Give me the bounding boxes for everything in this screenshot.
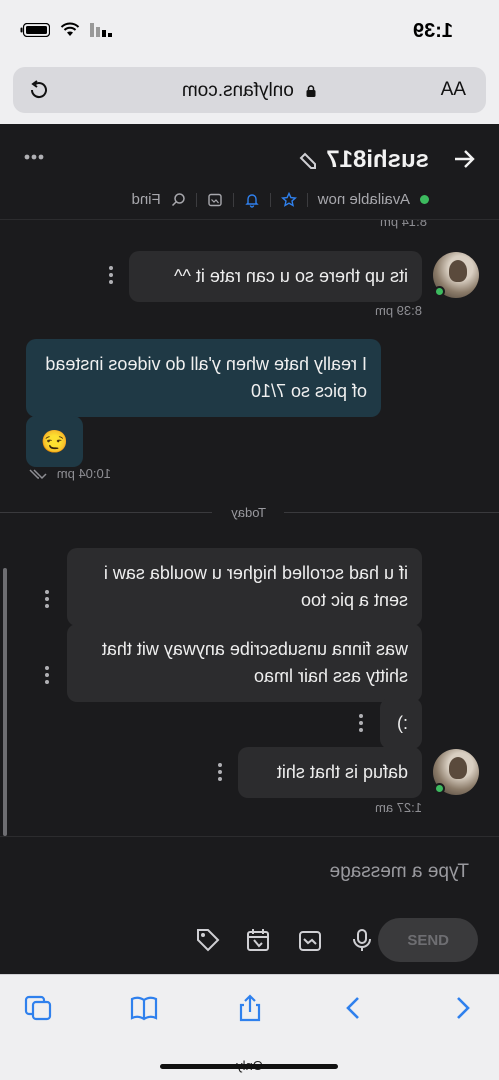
status-icons bbox=[20, 22, 112, 37]
message-time: 1:27 am bbox=[375, 800, 422, 815]
message-input[interactable] bbox=[49, 861, 469, 883]
online-status-dot bbox=[434, 286, 445, 297]
message-time: 8:39 pm bbox=[375, 303, 422, 318]
image-icon[interactable] bbox=[207, 192, 223, 208]
media-vault-icon[interactable] bbox=[297, 927, 323, 953]
lock-icon bbox=[306, 85, 316, 97]
message-bubble-outgoing[interactable]: 😏 bbox=[26, 416, 83, 467]
microphone-icon[interactable] bbox=[349, 927, 375, 953]
message-time: 10:04 pm bbox=[56, 466, 111, 481]
schedule-icon[interactable] bbox=[245, 927, 271, 953]
chat-header: sushi817 Available now Find bbox=[0, 124, 499, 220]
day-divider-label: Today bbox=[231, 505, 266, 520]
find-label[interactable]: Find bbox=[132, 191, 161, 208]
header-meta: Available now Find bbox=[132, 191, 429, 208]
back-arrow-icon[interactable] bbox=[451, 146, 477, 172]
message-options-icon[interactable] bbox=[45, 590, 49, 611]
availability-status: Available now bbox=[317, 191, 410, 208]
share-icon[interactable] bbox=[235, 993, 265, 1023]
message-options-icon[interactable] bbox=[218, 763, 222, 784]
wifi-icon bbox=[60, 22, 80, 36]
tabs-icon[interactable] bbox=[23, 993, 53, 1023]
message-options-icon[interactable] bbox=[359, 714, 363, 735]
scrollbar[interactable] bbox=[3, 568, 7, 836]
message-bubble-incoming[interactable]: dafuq is that shit bbox=[238, 747, 422, 798]
price-tag-icon[interactable] bbox=[195, 927, 221, 953]
message-bubble-incoming[interactable]: was finna unsubscribe anyway wit that sh… bbox=[67, 624, 422, 702]
message-time: 8:14 pm bbox=[380, 220, 427, 229]
bell-icon[interactable] bbox=[244, 192, 260, 208]
browser-toolbar: AA onlyfans.com bbox=[0, 62, 499, 124]
online-status-dot bbox=[420, 195, 429, 204]
online-status-dot bbox=[434, 783, 445, 794]
home-indicator[interactable] bbox=[160, 1064, 338, 1069]
star-icon[interactable] bbox=[280, 191, 297, 208]
edit-pencil-icon[interactable] bbox=[297, 150, 319, 172]
status-time: 1:39 bbox=[412, 20, 453, 42]
url-text: onlyfans.com bbox=[181, 80, 294, 101]
read-checkmark-icon bbox=[29, 469, 47, 480]
status-bar: 1:39 bbox=[0, 0, 499, 62]
message-composer: SEND bbox=[0, 836, 499, 974]
day-divider bbox=[284, 512, 499, 513]
message-bubble-incoming[interactable]: its up there so u can rate it ^^ bbox=[129, 251, 422, 302]
bookmarks-icon[interactable] bbox=[129, 993, 159, 1023]
day-divider bbox=[0, 512, 212, 513]
reload-icon[interactable] bbox=[27, 78, 51, 102]
signal-icon bbox=[90, 22, 112, 37]
message-bubble-incoming[interactable]: if u had scrolled higher u woulda saw i … bbox=[67, 548, 422, 626]
message-list[interactable]: 8:14 pm its up there so u can rate it ^^… bbox=[0, 220, 499, 836]
search-icon[interactable] bbox=[171, 192, 186, 207]
battery-icon bbox=[20, 22, 50, 37]
more-icon[interactable] bbox=[24, 154, 44, 160]
chat-username[interactable]: sushi817 bbox=[326, 146, 429, 174]
send-button[interactable]: SEND bbox=[378, 918, 478, 962]
address-bar[interactable]: AA onlyfans.com bbox=[13, 67, 486, 113]
back-chevron-icon[interactable] bbox=[447, 993, 477, 1023]
message-bubble-outgoing[interactable]: I really hate when y'all do videos inste… bbox=[26, 339, 381, 417]
message-bubble-incoming[interactable]: :) bbox=[380, 698, 422, 749]
url-display[interactable]: onlyfans.com bbox=[13, 80, 486, 102]
forward-chevron-icon[interactable] bbox=[339, 993, 369, 1023]
message-options-icon[interactable] bbox=[109, 266, 113, 287]
message-options-icon[interactable] bbox=[45, 666, 49, 687]
